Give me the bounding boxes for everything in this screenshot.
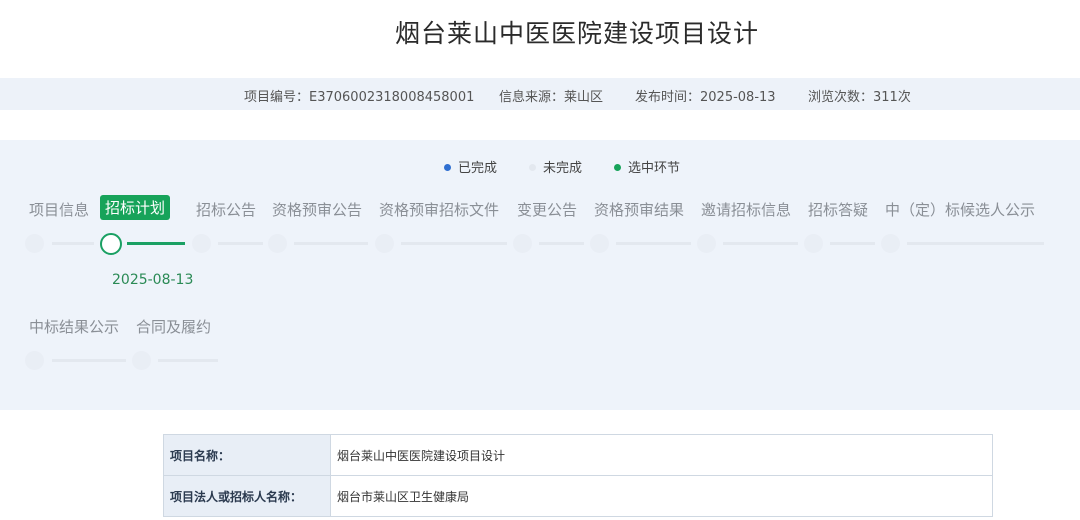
step-connector bbox=[218, 242, 263, 245]
progress-panel: 已完成 未完成 选中环节 项目信息 招标计划 招标公告 资格预审公告 资格预审招… bbox=[0, 140, 1080, 410]
step-prequal-docs[interactable]: 资格预审招标文件 bbox=[379, 199, 499, 220]
step-node bbox=[25, 351, 44, 370]
step-connector bbox=[723, 242, 798, 245]
page-title: 烟台莱山中医医院建设项目设计 bbox=[394, 19, 759, 48]
project-name-value: 烟台莱山中医医院建设项目设计 bbox=[330, 434, 993, 476]
step-bid-qa[interactable]: 招标答疑 bbox=[808, 199, 868, 220]
step-award-result[interactable]: 中标结果公示 bbox=[29, 316, 119, 337]
step-contract[interactable]: 合同及履约 bbox=[136, 316, 211, 337]
step-node bbox=[192, 234, 211, 253]
step-date: 2025-08-13 bbox=[112, 272, 194, 288]
legend-selected: 选中环节 bbox=[614, 157, 680, 176]
legend-undone: 未完成 bbox=[529, 157, 582, 176]
publish-time: 发布时间：2025-08-13 bbox=[635, 90, 776, 105]
legend-done: 已完成 bbox=[444, 157, 497, 176]
step-node bbox=[881, 234, 900, 253]
step-node bbox=[25, 234, 44, 253]
step-node bbox=[132, 351, 151, 370]
step-connector bbox=[52, 242, 94, 245]
project-number: 项目编号：E3706002318008458001 bbox=[244, 90, 475, 105]
step-bid-plan[interactable]: 招标计划 bbox=[100, 195, 171, 220]
project-info-table: 项目名称： 烟台莱山中医医院建设项目设计 项目法人或招标人名称： 烟台市莱山区卫… bbox=[163, 434, 993, 517]
table-row: 项目法人或招标人名称： 烟台市莱山区卫生健康局 bbox=[163, 475, 993, 517]
meta-bar: 项目编号：E3706002318008458001 信息来源：莱山区 发布时间：… bbox=[0, 78, 1080, 110]
step-connector bbox=[539, 242, 584, 245]
step-node bbox=[590, 234, 609, 253]
step-candidate-publicity[interactable]: 中（定）标候选人公示 bbox=[885, 199, 1035, 220]
step-node bbox=[804, 234, 823, 253]
legend-done-label: 已完成 bbox=[458, 161, 498, 176]
step-change-notice[interactable]: 变更公告 bbox=[517, 199, 577, 220]
step-connector bbox=[52, 359, 126, 362]
step-connector bbox=[907, 242, 1044, 245]
step-connector bbox=[158, 359, 218, 362]
undone-dot-icon bbox=[529, 164, 536, 171]
done-dot-icon bbox=[444, 164, 451, 171]
project-name-key: 项目名称： bbox=[163, 434, 331, 476]
step-connector bbox=[294, 242, 368, 245]
legend-undone-label: 未完成 bbox=[543, 161, 583, 176]
step-node bbox=[268, 234, 287, 253]
step-invite-info[interactable]: 邀请招标信息 bbox=[701, 199, 791, 220]
view-count: 浏览次数：311次 bbox=[808, 90, 911, 105]
step-connector bbox=[401, 242, 507, 245]
tenderer-key: 项目法人或招标人名称： bbox=[163, 475, 331, 517]
step-node bbox=[375, 234, 394, 253]
step-prequal-notice[interactable]: 资格预审公告 bbox=[272, 199, 362, 220]
step-connector-active bbox=[127, 242, 185, 245]
step-node-selected bbox=[100, 233, 122, 255]
info-source: 信息来源：莱山区 bbox=[499, 90, 604, 105]
step-connector bbox=[616, 242, 691, 245]
step-connector bbox=[830, 242, 875, 245]
step-bid-notice[interactable]: 招标公告 bbox=[196, 199, 256, 220]
step-node bbox=[697, 234, 716, 253]
step-prequal-result[interactable]: 资格预审结果 bbox=[594, 199, 684, 220]
tenderer-value: 烟台市莱山区卫生健康局 bbox=[330, 475, 993, 517]
selected-dot-icon bbox=[614, 164, 621, 171]
legend-selected-label: 选中环节 bbox=[628, 161, 681, 176]
step-project-info[interactable]: 项目信息 bbox=[29, 199, 89, 220]
step-node bbox=[513, 234, 532, 253]
table-row: 项目名称： 烟台莱山中医医院建设项目设计 bbox=[163, 434, 993, 476]
